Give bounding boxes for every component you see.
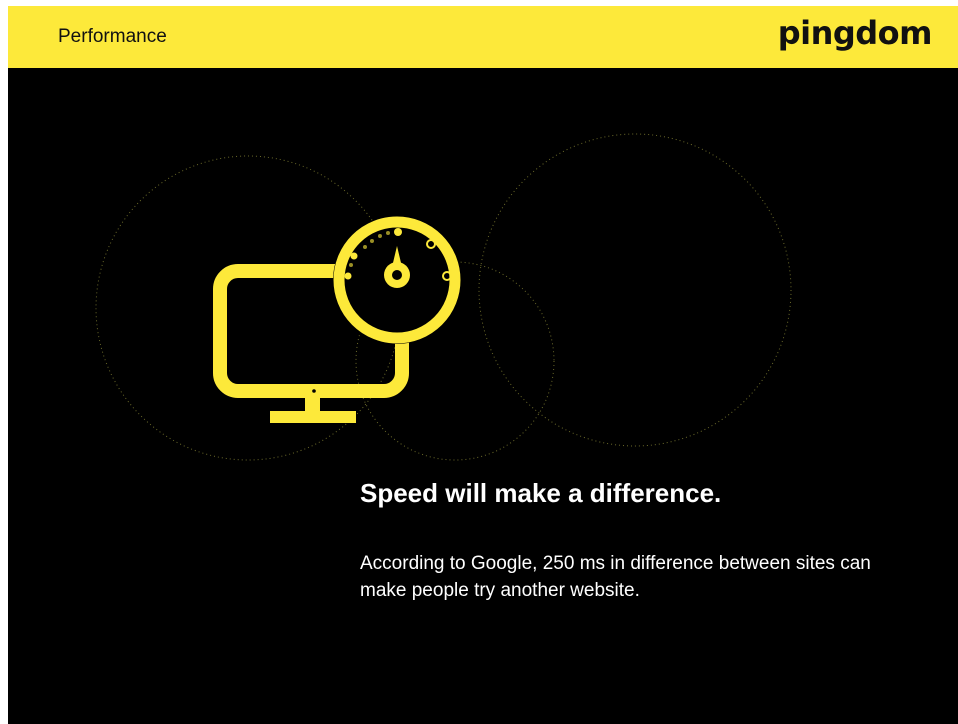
body-text: According to Google, 250 ms in differenc… <box>360 553 871 601</box>
section-title: Performance <box>58 26 167 47</box>
brand-logo: pingdom <box>777 14 933 52</box>
headline: Speed will make a difference. <box>360 478 722 508</box>
speed-illustration <box>95 133 792 461</box>
speedometer-icon <box>333 216 461 344</box>
slide: Performance pingdom Speed will make a di… <box>8 6 958 724</box>
header-bar: Performance pingdom <box>8 6 958 68</box>
